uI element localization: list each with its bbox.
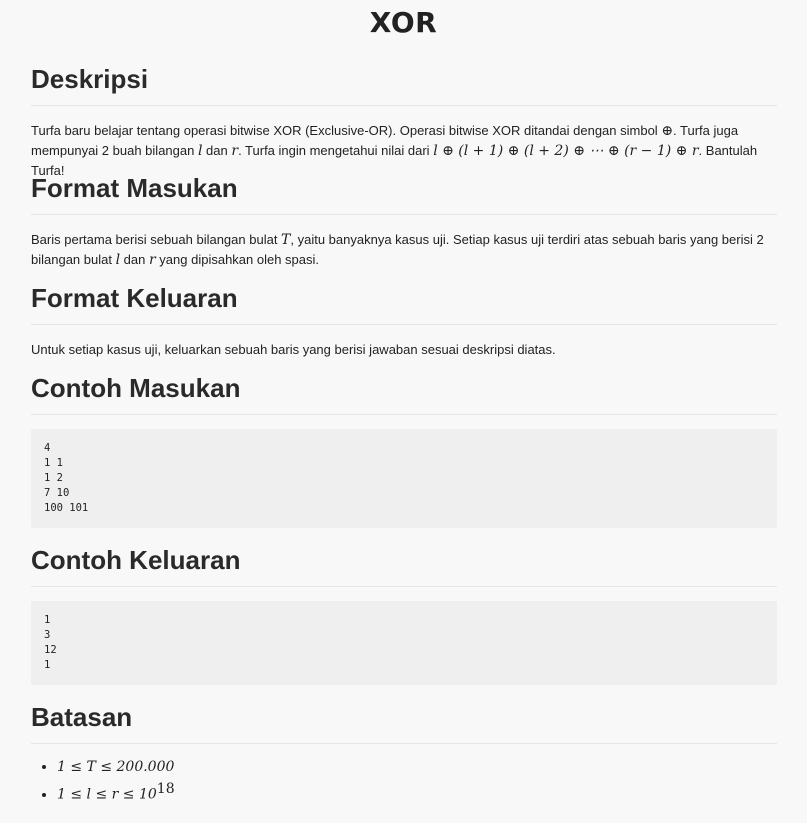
constraint-exponent: 18 [156,781,175,797]
section-format-keluaran: Format Keluaran Untuk setiap kasus uji, … [31,283,777,359]
deskripsi-text: Turfa baru belajar tentang operasi bitwi… [31,121,777,180]
section-format-masukan: Format Masukan Baris pertama berisi sebu… [31,173,777,270]
heading-format-masukan: Format Masukan [31,173,777,215]
math-r: r [148,252,156,268]
constraint-item: 1 ≤ l ≤ r ≤ 1018 [57,778,777,806]
problem-page: XOR Deskripsi Turfa baru belajar tentang… [0,0,807,823]
format-masukan-text: Baris pertama berisi sebuah bilangan bul… [31,230,777,270]
section-deskripsi: Deskripsi Turfa baru belajar tentang ope… [31,64,777,180]
text-span: yang dipisahkan oleh spasi. [155,252,320,267]
text-span: Baris pertama berisi sebuah bilangan bul… [31,232,282,247]
heading-contoh-keluaran: Contoh Keluaran [31,545,777,587]
section-contoh-keluaran: Contoh Keluaran 1 3 12 1 [31,545,777,685]
text-span: dan [202,143,232,158]
text-span: Turfa baru belajar tentang operasi bitwi… [31,123,662,138]
math-T: T [281,232,291,248]
heading-format-keluaran: Format Keluaran [31,283,777,325]
constraint-list: 1 ≤ T ≤ 200.000 1 ≤ l ≤ r ≤ 1018 [31,755,777,806]
section-batasan: Batasan 1 ≤ T ≤ 200.000 1 ≤ l ≤ r ≤ 1018 [31,702,777,806]
constraint-item: 1 ≤ T ≤ 200.000 [57,755,777,778]
constraint-lr: 1 ≤ l ≤ r ≤ 10 [57,786,157,803]
xor-expression: l ⊕ (l + 1) ⊕ (l + 2) ⊕ ⋯ ⊕ (r − 1) ⊕ r [433,143,699,159]
sample-output-code: 1 3 12 1 [31,601,777,685]
format-keluaran-text: Untuk setiap kasus uji, keluarkan sebuah… [31,342,556,357]
heading-contoh-masukan: Contoh Masukan [31,373,777,415]
xor-symbol: ⊕ [661,123,674,139]
text-span: dan [120,252,149,267]
heading-batasan: Batasan [31,702,777,744]
constraint-T: 1 ≤ T ≤ 200.000 [57,759,175,775]
section-contoh-masukan: Contoh Masukan 4 1 1 1 2 7 10 100 101 [31,373,777,528]
heading-deskripsi: Deskripsi [31,64,777,106]
page-title: XOR [369,6,438,39]
text-span: . Turfa ingin mengetahui nilai dari [238,143,434,158]
sample-input-code: 4 1 1 1 2 7 10 100 101 [31,429,777,528]
